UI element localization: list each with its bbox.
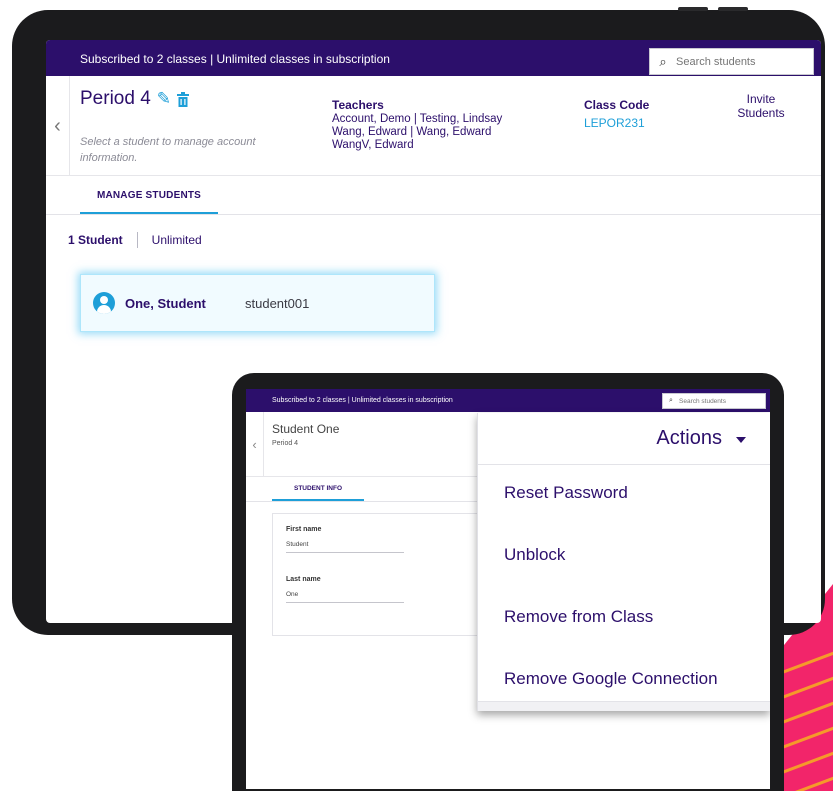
first-name-field[interactable]: Student [286,541,404,553]
search-input[interactable] [676,55,806,68]
tablet-button [678,7,708,11]
chevron-left-icon[interactable]: ‹ [46,76,70,176]
search-box[interactable]: ⌕ [662,393,766,409]
user-icon [93,292,115,314]
pencil-icon[interactable]: ✎ [157,89,171,109]
class-code-section: Class Code LEPOR231 [584,98,649,130]
tablet-button [718,7,748,11]
student-name: One, Student [125,295,206,311]
front-screen: Subscribed to 2 classes | Unlimited clas… [246,389,770,789]
reset-password-item[interactable]: Reset Password [504,483,628,503]
last-name-field[interactable]: One [286,591,404,603]
search-icon: ⌕ [659,53,667,69]
class-title: Period 4 [80,88,151,109]
student-count: 1 Student [68,233,123,247]
student-full-name: Student One [272,422,340,436]
trash-icon[interactable] [177,91,190,107]
student-header: ‹ Student One Period 4 [246,412,478,477]
teacher-names: Account, Demo | Testing, Lindsay Wang, E… [332,113,502,152]
last-name-label: Last name [286,576,321,583]
select-student-hint: Select a student to manage account infor… [80,136,256,164]
chevron-left-icon[interactable]: ‹ [246,412,264,477]
top-bar: Subscribed to 2 classes | Unlimited clas… [46,40,821,76]
subscription-info: Subscribed to 2 classes | Unlimited clas… [272,397,453,404]
student-count-row: 1 Student Unlimited [68,232,202,248]
class-title-row: Period 4 ✎ [80,88,190,110]
top-bar: Subscribed to 2 classes | Unlimited clas… [246,389,770,412]
tab-divider [246,501,478,502]
teacher-line: Wang, Edward | Wang, Edward [332,126,492,138]
invite-label: Invite [746,92,776,106]
first-name-label: First name [286,526,322,533]
search-icon: ⌕ [669,397,673,404]
tab-manage-students[interactable]: MANAGE STUDENTS [80,190,218,214]
invite-students-button[interactable]: Invite Students [726,92,796,120]
student-card[interactable]: One, Student student001 [80,274,435,332]
student-period: Period 4 [272,440,299,447]
tab-student-info[interactable]: STUDENT INFO [272,485,364,492]
teacher-line: Account, Demo | Testing, Lindsay [332,113,503,125]
student-info-form: First name Student Last name One [272,513,482,636]
tab-divider [46,214,821,215]
teachers-section: Teachers Account, Demo | Testing, Lindsa… [332,98,502,152]
unblock-item[interactable]: Unblock [504,545,565,565]
search-input[interactable] [679,397,759,405]
subscription-info: Subscribed to 2 classes | Unlimited clas… [80,52,390,66]
class-code-value: LEPOR231 [584,116,645,130]
subscription-type: Unlimited [151,233,202,247]
student-username: student001 [245,295,310,311]
class-header: ‹ Period 4 ✎ Select a student to manage … [46,76,821,176]
divider [136,232,138,248]
remove-from-class-item[interactable]: Remove from Class [504,607,653,627]
remove-google-connection-item[interactable]: Remove Google Connection [504,669,718,689]
invite-label: Students [737,106,785,120]
class-code-label: Class Code [584,98,650,112]
dropdown-footer [478,701,770,711]
caret-down-icon [736,437,746,443]
teachers-label: Teachers [332,98,384,112]
actions-title: Actions [656,427,722,449]
search-box[interactable]: ⌕ [649,48,814,75]
tablet-front: Subscribed to 2 classes | Unlimited clas… [232,373,784,791]
actions-dropdown: Actions Reset Password Unblock Remove fr… [477,413,770,711]
teacher-line: WangV, Edward [332,139,414,151]
actions-toggle[interactable]: Actions [478,413,770,465]
